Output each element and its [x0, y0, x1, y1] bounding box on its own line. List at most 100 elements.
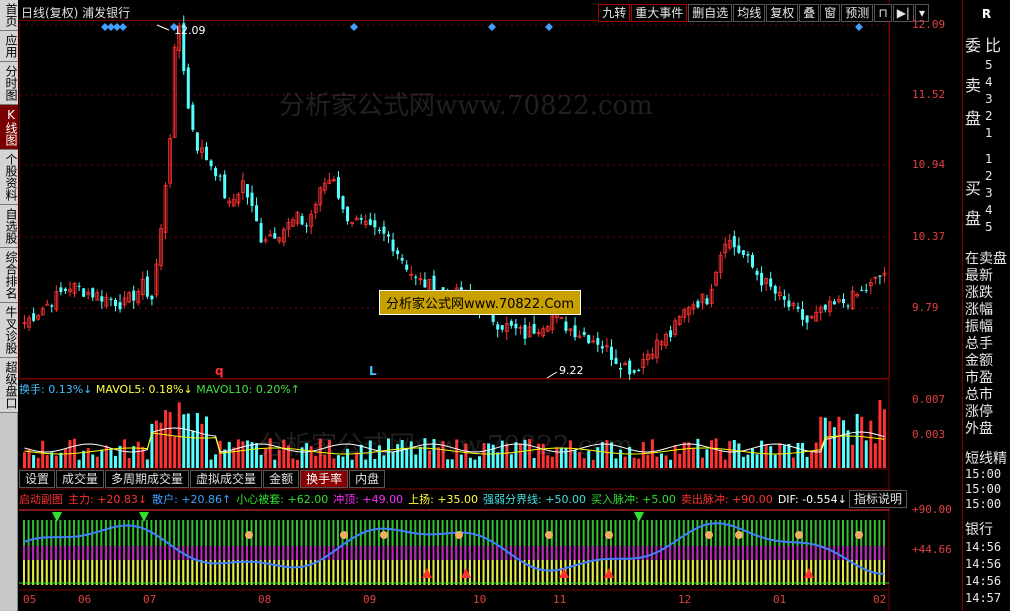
indicator-tab-1[interactable]: 成交量 [56, 470, 105, 488]
toolbar-button-4[interactable]: 复权 [766, 4, 799, 22]
left-tab-3[interactable]: K线图 [0, 105, 18, 150]
volume-bar [478, 456, 481, 468]
volume-bar [810, 451, 814, 468]
indicator-bar-yellow [719, 560, 722, 585]
volume-bar [41, 440, 45, 468]
indicator-bar-magenta [123, 546, 126, 561]
volume-bar [805, 457, 809, 468]
indicator-tab-5[interactable]: 换手率 [300, 470, 349, 488]
candle-body [45, 303, 50, 306]
left-tab-2[interactable]: 分时图 [0, 62, 18, 105]
indicator-bar-yellow [359, 560, 362, 585]
volume-bar [514, 442, 518, 468]
left-tab-4[interactable]: 个股资料 [0, 150, 18, 205]
volume-bar [45, 455, 49, 468]
volume-bar [409, 441, 413, 468]
indicator-bar-yellow [232, 560, 235, 585]
order-ratio-label: 委 [965, 36, 982, 55]
sell-level: 1 [985, 126, 993, 140]
indicator-bar-magenta [860, 546, 863, 561]
left-tab-8[interactable]: 超级盘口 [0, 358, 18, 413]
indicator-bar-yellow [591, 560, 594, 585]
toolbar-button-0[interactable]: 九转 [598, 4, 631, 22]
volume-bar [541, 443, 545, 468]
indicator-bar-magenta [882, 546, 885, 561]
indicator-bar-magenta [341, 546, 344, 561]
hand-icon [605, 531, 613, 539]
arrow-right-icon[interactable]: ▶| [892, 4, 914, 22]
volume-bar [646, 454, 650, 468]
toolbar-button-2[interactable]: 删自选 [688, 4, 733, 22]
indicator-bar-magenta [309, 546, 312, 561]
indicator-bar-yellow [414, 560, 417, 585]
candle-body [596, 338, 600, 345]
indicator-bar-yellow [245, 560, 248, 585]
indicator-bar-yellow [864, 560, 867, 585]
indicator-bar-yellow [332, 560, 335, 585]
indicator-help-button[interactable]: 指标说明 [849, 490, 908, 508]
candle-body [114, 299, 117, 306]
indicator-bar-magenta [855, 546, 858, 561]
indicator-bar-magenta [660, 546, 662, 561]
indicator-tab-2[interactable]: 多周期成交量 [105, 470, 190, 488]
indicator-bar-magenta [555, 546, 558, 561]
indicator-bar-yellow [259, 560, 262, 585]
indicator-bar-magenta [473, 546, 476, 561]
price-tick: 9.79 [912, 301, 939, 314]
indicator-bar-magenta [769, 546, 772, 561]
indicator-tab-3[interactable]: 虚拟成交量 [190, 470, 263, 488]
volume-bar [109, 448, 113, 468]
toolbar-button-1[interactable]: 重大事件 [631, 4, 688, 22]
left-tab-5[interactable]: 自选股 [0, 205, 18, 248]
indicator-bar-magenta [141, 546, 144, 561]
kline-chart-area[interactable]: 12.09 9.22 q L 日线(复权) 浦发银行 九转 重大事件 删自选 均线 复权叠窗预… [19, 0, 952, 611]
toolbar-button-7[interactable]: 预测 [841, 4, 874, 22]
left-tab-7[interactable]: 牛叉诊股 [0, 303, 18, 358]
indicator-bar-yellow [396, 560, 399, 585]
volume-bar [737, 443, 741, 468]
indicator-tab-0[interactable]: 设置 [19, 470, 56, 488]
toolbar-button-3[interactable]: 均线 [733, 4, 766, 22]
volume-bar [136, 441, 140, 468]
volume-bar [832, 427, 836, 468]
x-axis-label: 05 [23, 593, 37, 606]
indicator-bar-yellow [514, 560, 517, 585]
volume-bar [396, 444, 400, 468]
volume-bar [760, 440, 764, 468]
min-price-label: 9.22 [559, 364, 584, 377]
candle-body [860, 289, 864, 291]
indicator-bar-magenta [273, 546, 276, 561]
indicator-bar-magenta [423, 546, 426, 561]
volume-bar [82, 450, 86, 468]
indicator-bar-magenta [218, 546, 221, 561]
indicator-bar-yellow [769, 560, 772, 585]
left-tab-6[interactable]: 综合排名 [0, 248, 18, 303]
indicator-bar-magenta [582, 546, 585, 561]
indicator-tab-6[interactable]: 内盘 [349, 470, 386, 488]
hand-icon [735, 531, 743, 539]
event-diamond-icon [855, 23, 863, 31]
volume-bar [696, 438, 700, 468]
indicator-bar-magenta [741, 546, 744, 561]
left-tab-0[interactable]: 首页 [0, 0, 18, 31]
volume-bar [473, 459, 477, 468]
candle-body [769, 278, 773, 287]
candle-body [218, 175, 222, 177]
toolbar-button-5[interactable]: 叠 [799, 4, 820, 22]
indicator-tab-4[interactable]: 金额 [263, 470, 300, 488]
max-price-label: 12.09 [174, 24, 206, 37]
volume-bar [455, 439, 459, 468]
indicator-bar-magenta [864, 546, 867, 561]
trade-time: 14:56 [965, 574, 1002, 588]
sell-side-label: 卖 [965, 76, 982, 95]
candle-body [532, 324, 536, 334]
main-force-line [23, 522, 885, 575]
left-tab-1[interactable]: 应用 [0, 31, 18, 62]
candle-body [346, 206, 350, 222]
indicator-bar-magenta [54, 546, 57, 561]
lock-icon[interactable]: ⊓ [874, 4, 892, 22]
toolbar-button-6[interactable]: 窗 [820, 4, 841, 22]
indicator-bar-yellow [637, 560, 640, 585]
indicator-bar-yellow [68, 560, 71, 585]
volume-bar [705, 449, 709, 468]
